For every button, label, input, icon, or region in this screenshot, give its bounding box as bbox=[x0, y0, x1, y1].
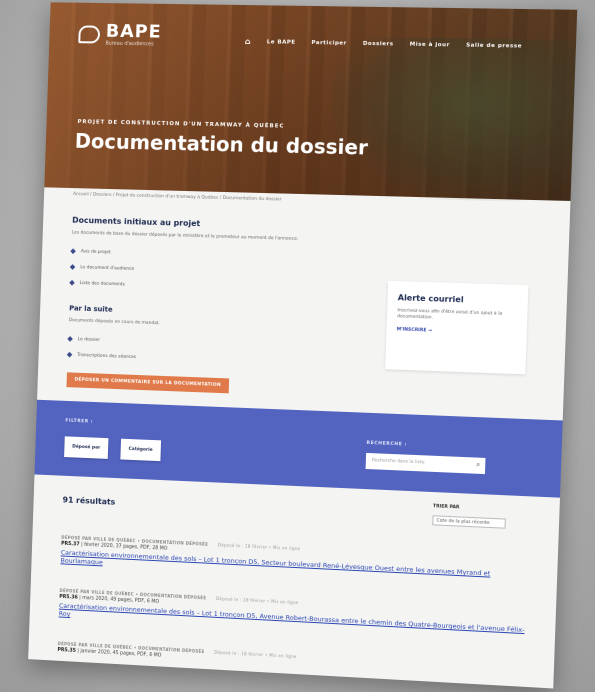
printed-page: BAPE Bureau d'audiences ⌂ Le BAPE Partic… bbox=[28, 2, 578, 689]
nav-item-le-bape[interactable]: Le BAPE bbox=[267, 39, 296, 45]
filter-bar: FILTRER : Déposé par Catégorie RECHERCHE… bbox=[34, 399, 563, 498]
nav-item-salle-de-presse[interactable]: Salle de presse bbox=[466, 42, 522, 49]
list-item: DÉPOSÉ PAR VILLE DE QUÉBEC • DOCUMENTATI… bbox=[60, 535, 529, 589]
alert-description: Inscrivez-vous afin d'être avisé d'un aj… bbox=[397, 308, 503, 321]
search-icon[interactable]: ⌕ bbox=[476, 461, 480, 470]
brand-name: BAPE bbox=[105, 20, 162, 43]
home-icon[interactable]: ⌂ bbox=[245, 37, 251, 46]
diamond-bullet-icon bbox=[67, 336, 73, 342]
submit-comment-button[interactable]: DÉPOSER UN COMMENTAIRE SUR LA DOCUMENTAT… bbox=[66, 372, 230, 394]
filter-deposited-by-button[interactable]: Déposé par bbox=[64, 436, 109, 459]
brand-tagline: Bureau d'audiences bbox=[105, 40, 154, 48]
search-input[interactable]: Recherche dans la liste ⌕ bbox=[365, 452, 486, 475]
sort-label: TRIER PAR bbox=[432, 504, 460, 511]
search-label: RECHERCHE : bbox=[366, 440, 408, 448]
hero-tree-image bbox=[326, 36, 577, 204]
list-item: DÉPOSÉ PAR VILLE DE QUÉBEC • DOCUMENTATI… bbox=[59, 588, 528, 643]
subscribe-link[interactable]: M'INSCRIRE → bbox=[397, 327, 517, 336]
alert-title: Alerte courriel bbox=[397, 293, 464, 305]
filter-category-button[interactable]: Catégorie bbox=[120, 438, 161, 462]
brand-logo[interactable]: BAPE Bureau d'audiences bbox=[78, 20, 162, 48]
filter-label: FILTRER : bbox=[65, 418, 94, 425]
diamond-bullet-icon bbox=[69, 264, 76, 270]
sort-select[interactable]: Cote de la plus récente bbox=[432, 515, 506, 529]
breadcrumb[interactable]: Accueil / Dossiers / Projet de construct… bbox=[73, 192, 282, 202]
results-count: 91 résultats bbox=[62, 495, 116, 507]
nav-item-dossiers[interactable]: Dossiers bbox=[363, 40, 394, 47]
speech-bubble-icon bbox=[78, 25, 101, 44]
diamond-bullet-icon bbox=[70, 248, 76, 255]
nav-item-participer[interactable]: Participer bbox=[311, 40, 347, 47]
page-title: Documentation du dossier bbox=[74, 128, 369, 160]
hero-kicker: PROJET DE CONSTRUCTION D'UN TRAMWAY À QU… bbox=[77, 119, 285, 130]
nav-item-mise-a-jour[interactable]: Mise à jour bbox=[410, 41, 450, 48]
email-alert-card: Alerte courriel Inscrivez-vous afin d'êt… bbox=[385, 280, 529, 375]
hero-banner: BAPE Bureau d'audiences ⌂ Le BAPE Partic… bbox=[44, 2, 578, 204]
diamond-bullet-icon bbox=[69, 279, 75, 286]
diamond-bullet-icon bbox=[66, 351, 73, 358]
